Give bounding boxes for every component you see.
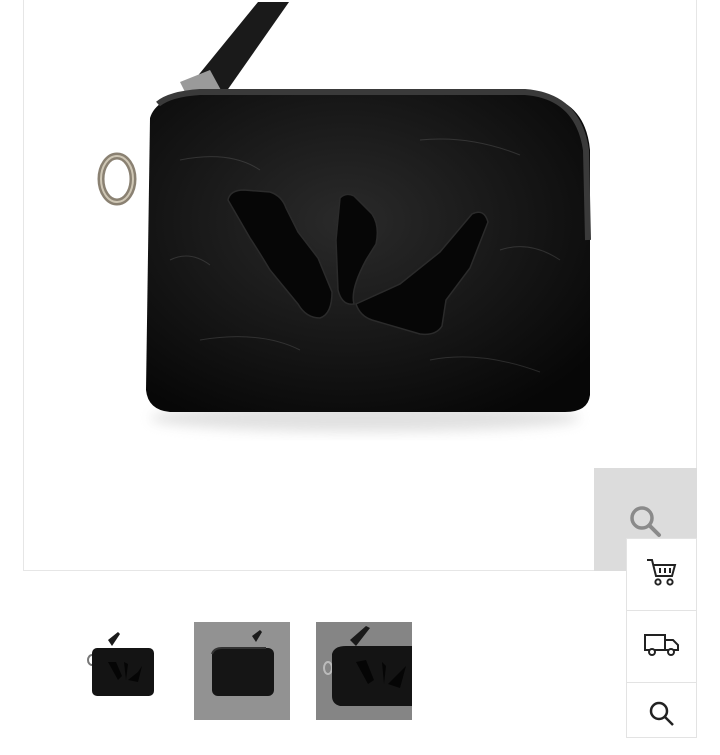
thumbnail-1[interactable]: [72, 622, 168, 720]
thumbnail-strip: [0, 620, 720, 720]
wallet-thumbnail-gray: [194, 622, 290, 720]
wallet-thumbnail-front: [72, 622, 168, 720]
cart-icon: [645, 556, 679, 593]
thumbnail-3[interactable]: [316, 622, 412, 720]
add-to-cart-button[interactable]: [627, 539, 696, 611]
thumbnail-2[interactable]: [194, 622, 290, 720]
magnifier-icon: [629, 495, 663, 544]
wallet-thumbnail-angle: [316, 622, 412, 720]
d-ring: [97, 152, 137, 206]
